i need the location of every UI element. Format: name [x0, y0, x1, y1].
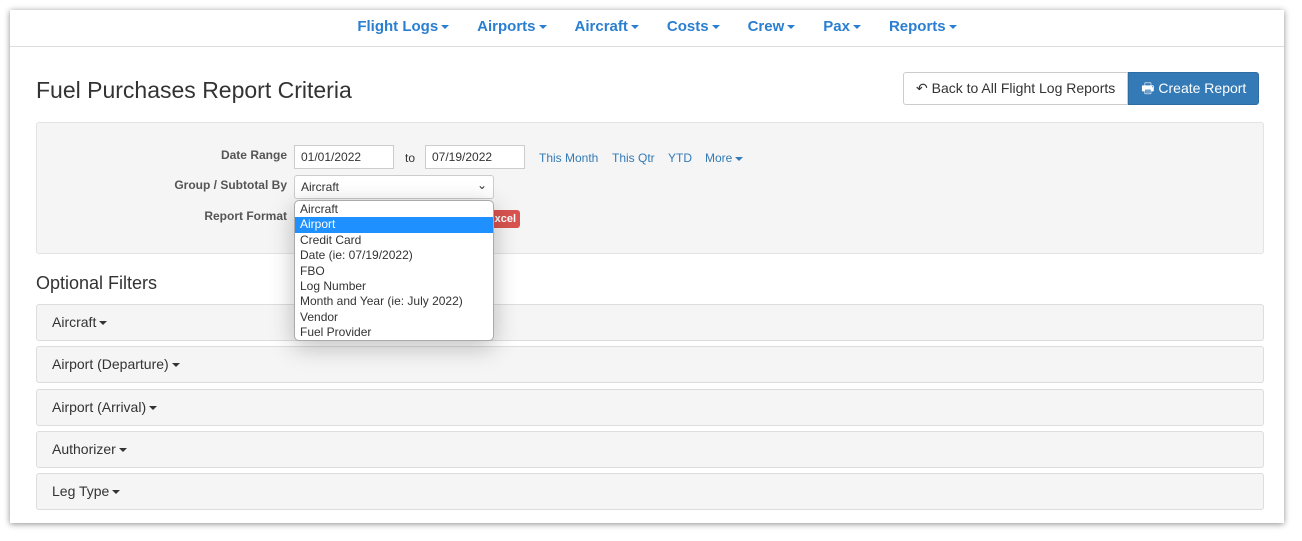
- back-label: Back to All Flight Log Reports: [931, 80, 1116, 96]
- create-report-button[interactable]: 🖶 Create Report: [1128, 72, 1260, 105]
- nav-label: Aircraft: [574, 18, 628, 35]
- caret-down-icon: [852, 25, 861, 30]
- print-icon: 🖶: [1141, 80, 1155, 96]
- caret-down-icon: [112, 490, 121, 495]
- date-to-input[interactable]: 07/19/2022: [425, 145, 525, 169]
- top-nav: Flight Logs Airports Aircraft Costs Crew…: [10, 10, 1284, 47]
- this-month-link[interactable]: This Month: [539, 151, 598, 165]
- group-select[interactable]: Aircraft ⌄: [294, 175, 494, 199]
- create-label: Create Report: [1158, 80, 1247, 96]
- caret-down-icon: [948, 25, 957, 30]
- filter-airport-arrival[interactable]: Airport (Arrival): [36, 389, 1264, 426]
- caret-down-icon: [735, 156, 744, 161]
- group-dropdown-list: Aircraft Airport Credit Card Date (ie: 0…: [294, 200, 494, 341]
- filter-label: Leg Type: [52, 483, 110, 499]
- option-fuel-provider[interactable]: Fuel Provider: [295, 325, 493, 340]
- nav-label: Reports: [888, 18, 946, 35]
- filter-authorizer[interactable]: Authorizer: [36, 431, 1264, 468]
- option-month-year[interactable]: Month and Year (ie: July 2022): [295, 294, 493, 309]
- nav-label: Crew: [747, 18, 785, 35]
- filter-label: Authorizer: [52, 441, 116, 457]
- nav-label: Costs: [666, 18, 709, 35]
- option-aircraft[interactable]: Aircraft: [295, 202, 493, 217]
- filter-airport-departure[interactable]: Airport (Departure): [36, 346, 1264, 383]
- optional-filters-title: Optional Filters: [36, 273, 158, 293]
- more-label: More: [705, 151, 733, 165]
- nav-flight-logs[interactable]: Flight Logs: [343, 10, 463, 46]
- option-airport[interactable]: Airport: [295, 217, 493, 233]
- option-date[interactable]: Date (ie: 07/19/2022): [295, 248, 493, 263]
- caret-down-icon: [787, 25, 796, 30]
- nav-costs[interactable]: Costs: [653, 10, 734, 46]
- filter-leg-type[interactable]: Leg Type: [36, 473, 1264, 510]
- nav-label: Pax: [823, 18, 850, 35]
- nav-reports[interactable]: Reports: [875, 10, 971, 46]
- filter-label: Airport (Arrival): [52, 399, 147, 415]
- app-window: Flight Logs Airports Aircraft Costs Crew…: [10, 10, 1284, 523]
- nav-pax[interactable]: Pax: [809, 10, 875, 46]
- filter-aircraft[interactable]: Aircraft: [36, 304, 1264, 341]
- group-value: Aircraft: [301, 180, 340, 194]
- option-vendor[interactable]: Vendor: [295, 310, 493, 325]
- caret-down-icon: [171, 363, 180, 368]
- to-label: to: [405, 151, 416, 165]
- reply-arrow-icon: ↶: [916, 80, 928, 96]
- this-qtr-link[interactable]: This Qtr: [612, 151, 655, 165]
- filter-label: Aircraft: [52, 314, 97, 330]
- date-range-label: Date Range: [220, 148, 287, 162]
- criteria-panel: Date Range 01/01/2022 to 07/19/2022 This…: [36, 122, 1264, 254]
- page-title: Fuel Purchases Report Criteria: [36, 77, 352, 103]
- caret-down-icon: [149, 406, 158, 411]
- caret-down-icon: [711, 25, 720, 30]
- option-credit-card[interactable]: Credit Card: [295, 233, 493, 248]
- format-label: Report Format: [204, 209, 287, 223]
- caret-down-icon: [99, 321, 108, 326]
- back-button[interactable]: ↶ Back to All Flight Log Reports: [903, 72, 1129, 105]
- chevron-down-icon: ⌄: [476, 178, 487, 192]
- option-log-number[interactable]: Log Number: [295, 279, 493, 294]
- caret-down-icon: [630, 25, 639, 30]
- caret-down-icon: [441, 25, 450, 30]
- nav-airports[interactable]: Airports: [463, 10, 560, 46]
- nav-label: Flight Logs: [357, 18, 439, 35]
- group-label: Group / Subtotal By: [174, 178, 287, 192]
- option-fbo[interactable]: FBO: [295, 264, 493, 279]
- caret-down-icon: [118, 448, 127, 453]
- caret-down-icon: [538, 25, 547, 30]
- filter-label: Airport (Departure): [52, 356, 169, 372]
- date-from-input[interactable]: 01/01/2022: [294, 145, 394, 169]
- more-link[interactable]: More: [705, 151, 744, 165]
- nav-aircraft[interactable]: Aircraft: [561, 10, 653, 46]
- ytd-link[interactable]: YTD: [668, 151, 692, 165]
- nav-label: Airports: [477, 18, 536, 35]
- nav-crew[interactable]: Crew: [734, 10, 810, 46]
